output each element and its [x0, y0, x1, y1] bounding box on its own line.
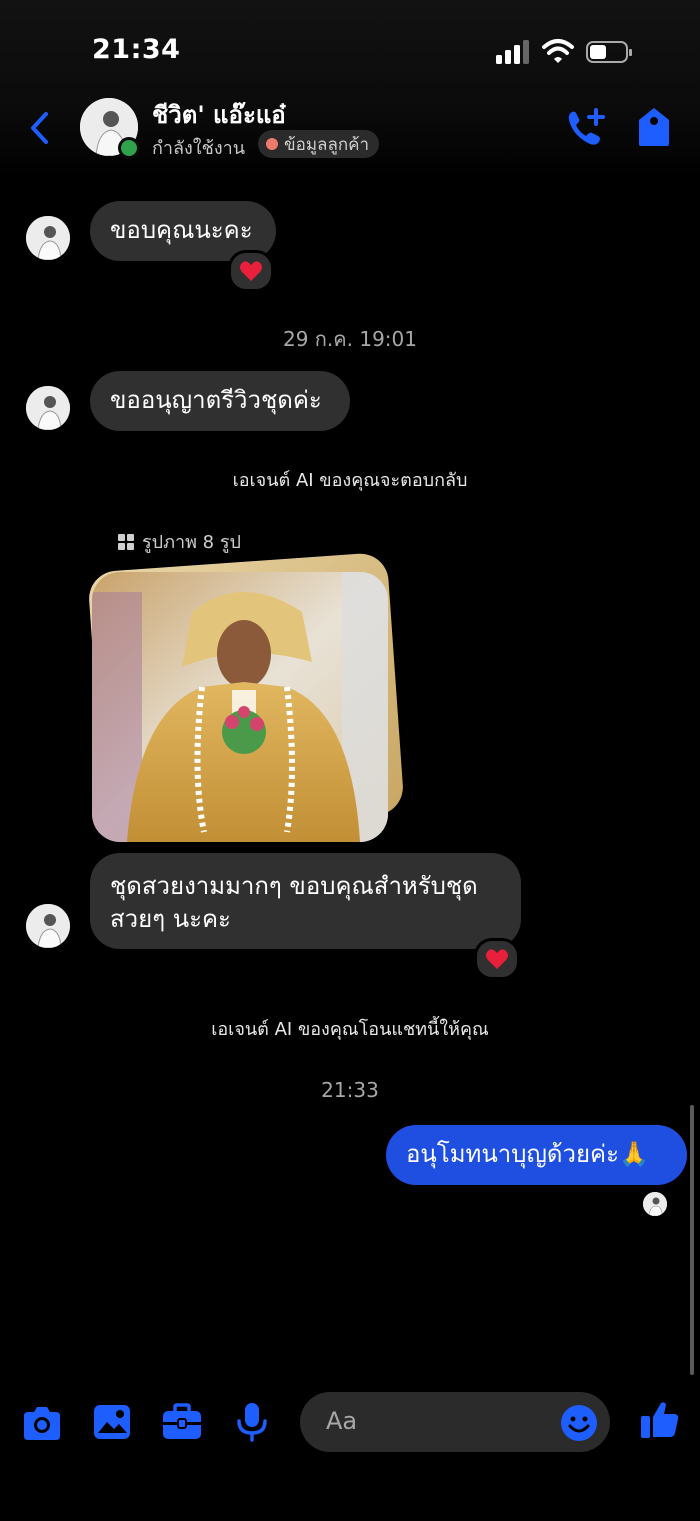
timestamp: 29 ก.ค. 19:01	[282, 327, 417, 351]
contact-status: กำลังใช้งาน	[152, 138, 246, 159]
message-line: สวยๆ นะคะ	[110, 905, 231, 933]
wifi-icon	[542, 39, 574, 63]
gallery-icon[interactable]	[90, 1400, 134, 1444]
info-chip-dot	[266, 138, 278, 150]
message-input-placeholder: Aa	[326, 1407, 358, 1435]
back-icon[interactable]	[26, 108, 54, 148]
sender-avatar[interactable]	[26, 216, 70, 260]
tag-icon[interactable]	[636, 106, 672, 148]
battery-icon	[586, 41, 632, 63]
grid-icon	[118, 533, 134, 550]
message-bubble-incoming[interactable]: ขออนุญาตรีวิวชุดค่ะ	[90, 371, 350, 431]
contact-name[interactable]: ชีวิต' แอ๊ะแอ๋	[152, 95, 286, 134]
online-indicator	[118, 137, 140, 159]
timestamp: 21:33	[321, 1078, 379, 1102]
emoji-icon[interactable]	[560, 1404, 598, 1442]
message-line: ชุดสวยงามมากๆ ขอบคุณสำหรับชุด	[110, 872, 478, 900]
customer-info-chip[interactable]: ข้อมูลลูกค้า	[258, 130, 380, 158]
scrollbar[interactable]	[690, 1105, 694, 1375]
photo-album-thumbnail[interactable]	[92, 572, 388, 842]
status-time: 21:34	[92, 34, 181, 65]
add-call-icon[interactable]	[564, 106, 608, 150]
briefcase-icon[interactable]	[160, 1400, 204, 1444]
heart-icon	[240, 261, 262, 281]
camera-icon[interactable]	[20, 1402, 64, 1446]
heart-reaction[interactable]	[228, 250, 274, 292]
heart-icon	[486, 949, 508, 969]
signal-icon	[496, 40, 529, 64]
read-receipt-avatar	[643, 1192, 667, 1216]
thumbs-up-icon[interactable]	[638, 1398, 682, 1442]
sender-avatar[interactable]	[26, 386, 70, 430]
microphone-icon[interactable]	[230, 1400, 274, 1444]
sender-avatar[interactable]	[26, 904, 70, 948]
system-notice: เอเจนต์ AI ของคุณจะตอบกลับ	[232, 470, 468, 491]
info-chip-label: ข้อมูลลูกค้า	[284, 134, 370, 155]
photos-count-label: รูปภาพ 8 รูป	[118, 527, 241, 556]
heart-reaction[interactable]	[474, 938, 520, 980]
photos-count-text: รูปภาพ 8 รูป	[142, 532, 241, 553]
message-bubble-outgoing[interactable]: อนุโมทนาบุญด้วยค่ะ🙏	[386, 1125, 687, 1185]
message-bubble-incoming[interactable]: ชุดสวยงามมากๆ ขอบคุณสำหรับชุด สวยๆ นะคะ	[90, 853, 521, 949]
system-notice: เอเจนต์ AI ของคุณโอนแชทนี้ให้คุณ	[211, 1019, 489, 1040]
